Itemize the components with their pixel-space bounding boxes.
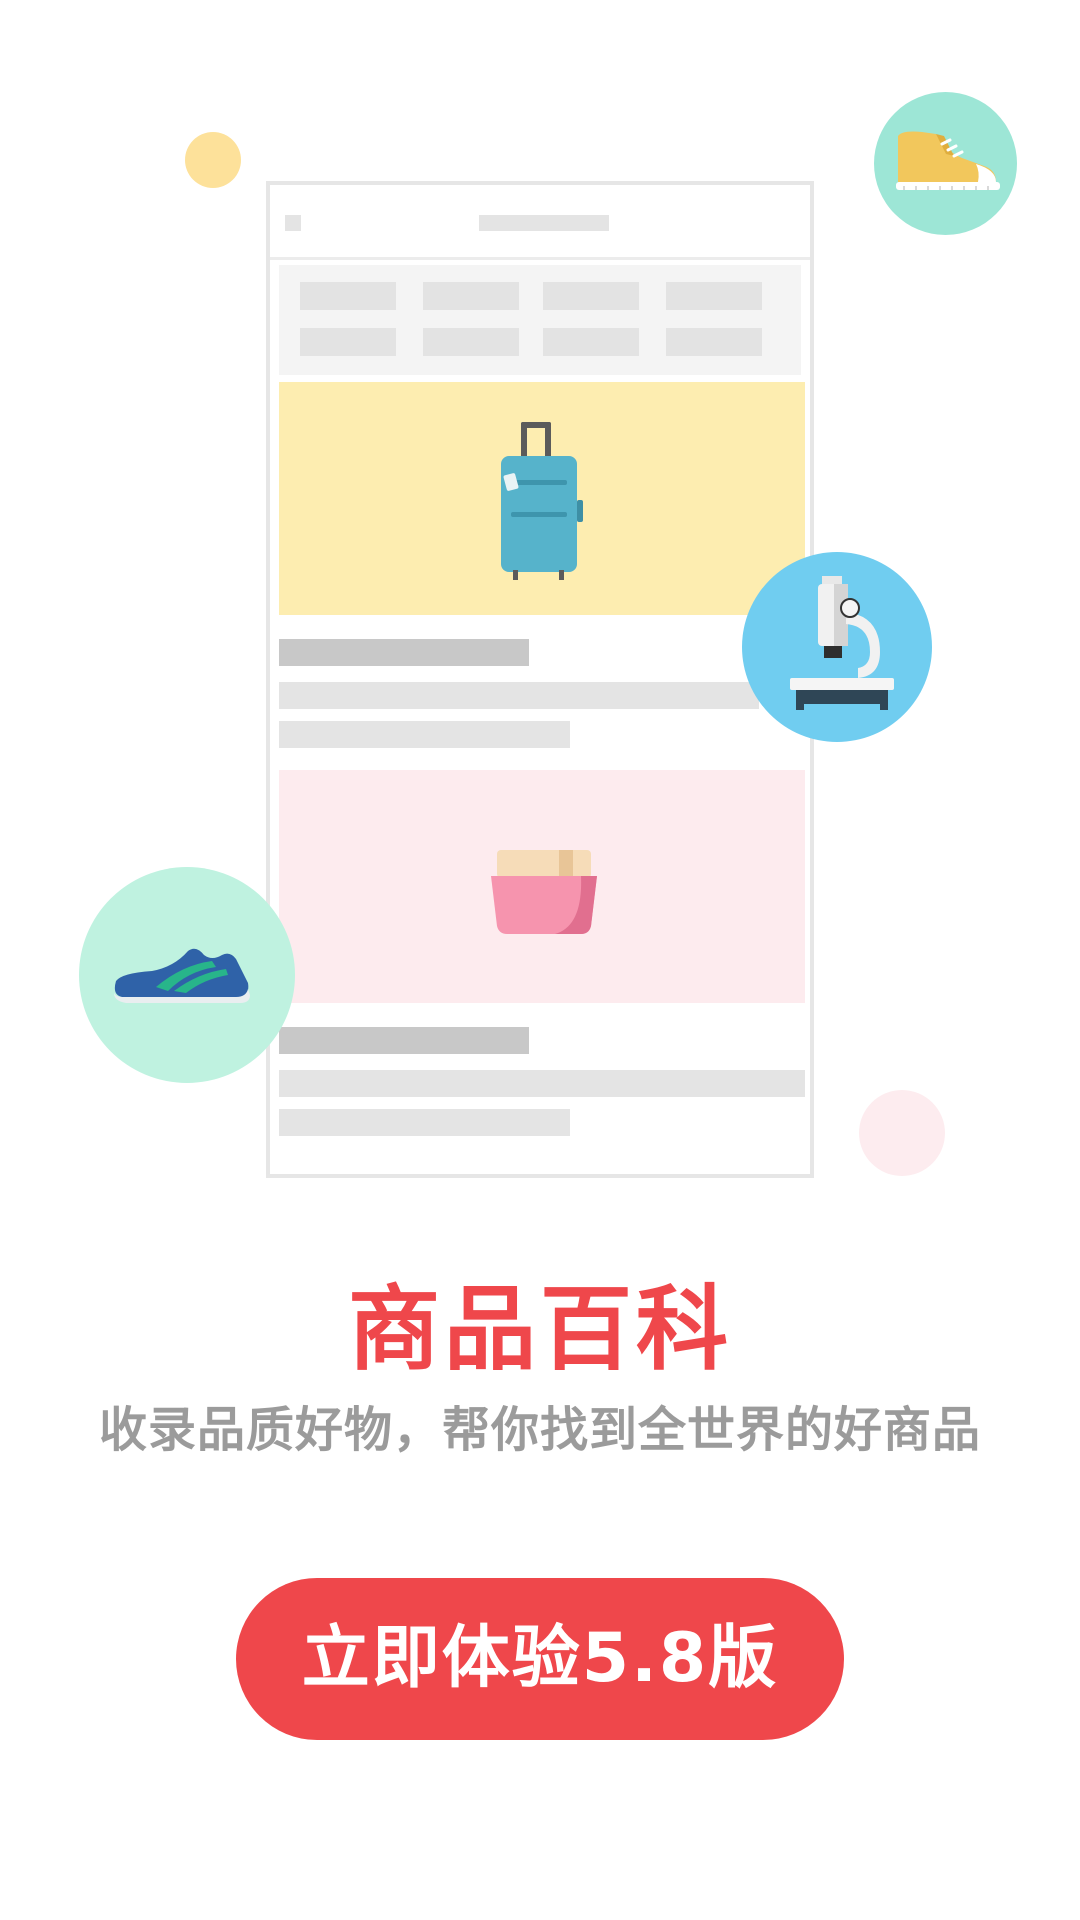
text-placeholder: [279, 682, 759, 709]
category-placeholder: [300, 328, 396, 356]
text-placeholder: [279, 1109, 570, 1136]
phone-mockup: [266, 181, 814, 1178]
category-placeholder: [423, 328, 519, 356]
text-placeholder: [279, 721, 570, 748]
page-subtitle: 收录品质好物，帮你找到全世界的好商品: [98, 1402, 981, 1458]
mockup-back-placeholder: [285, 215, 301, 231]
category-placeholder: [300, 282, 396, 310]
mockup-category-panel: [279, 265, 801, 375]
category-placeholder: [543, 282, 639, 310]
category-placeholder: [666, 328, 762, 356]
category-placeholder: [666, 282, 762, 310]
page-title: 商品百科: [347, 1276, 732, 1383]
microscope-badge: [742, 552, 932, 742]
cosmetic-jar-icon: [491, 850, 597, 934]
running-shoe-icon: [114, 948, 250, 1003]
running-shoe-badge: [79, 867, 295, 1083]
sneaker-badge: [874, 92, 1017, 235]
mockup-banner-cosmetic: [279, 770, 805, 1003]
text-placeholder: [279, 1070, 805, 1097]
category-placeholder: [423, 282, 519, 310]
sneaker-icon: [896, 131, 1000, 190]
mockup-header: [270, 185, 810, 260]
suitcase-icon: [501, 422, 583, 580]
mockup-title-placeholder: [479, 215, 609, 231]
title-placeholder: [279, 1027, 529, 1054]
try-now-button[interactable]: 立即体验5.8版: [236, 1578, 844, 1740]
decor-dot-yellow: [185, 132, 241, 188]
microscope-icon: [790, 576, 894, 710]
mockup-banner-suitcase: [279, 382, 805, 615]
title-placeholder: [279, 639, 529, 666]
category-placeholder: [543, 328, 639, 356]
decor-dot-pink: [859, 1090, 945, 1176]
